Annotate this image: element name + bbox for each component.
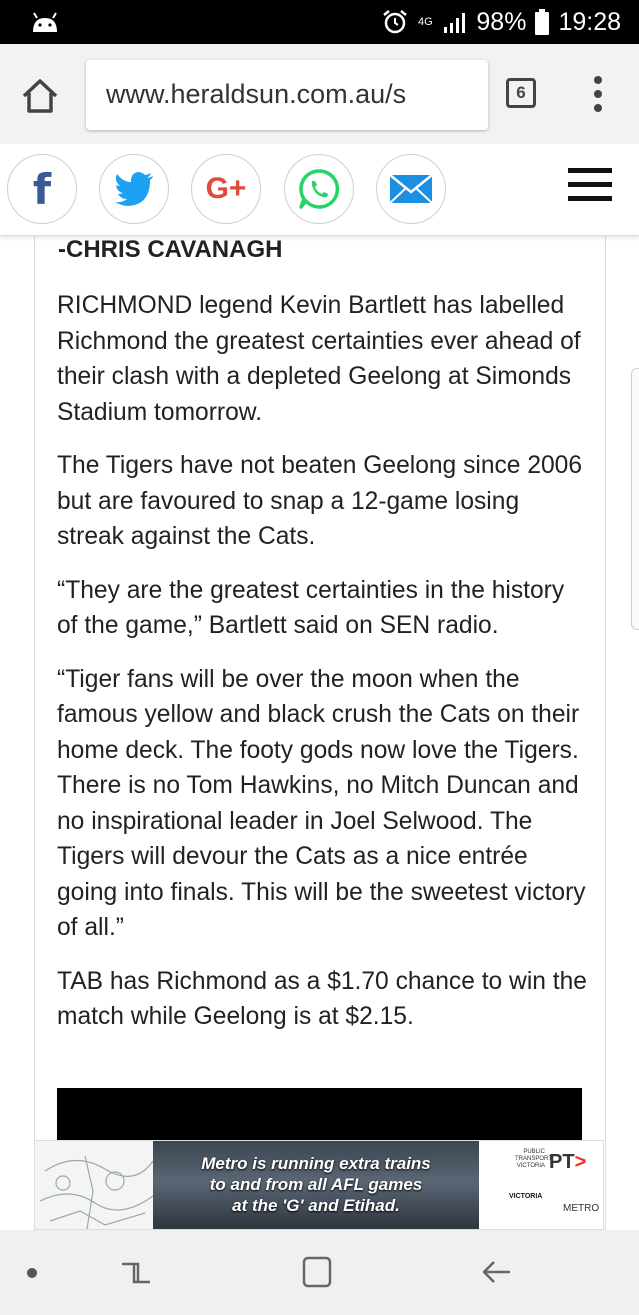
article-byline: -CHRIS CAVANAGH	[58, 236, 283, 263]
clock: 19:28	[558, 7, 621, 36]
system-nav-bar	[0, 1230, 639, 1315]
ad-line: at the 'G' and Etihad.	[232, 1196, 400, 1215]
browser-toolbar: www.heraldsun.com.au/s 6	[0, 44, 639, 144]
dot-icon[interactable]	[27, 1268, 37, 1278]
article-area: -CHRIS CAVANAGH RICHMOND legend Kevin Ba…	[0, 236, 639, 1230]
facebook-icon: f	[32, 164, 52, 214]
battery-percentage: 98%	[476, 7, 527, 36]
network-type: 4G	[418, 15, 433, 28]
signal-icon	[444, 13, 466, 33]
hamburger-menu-icon[interactable]	[568, 168, 612, 212]
google-plus-share-button[interactable]: G+	[191, 154, 261, 224]
ptv-logo: PT>	[549, 1151, 587, 1173]
article-paragraph: TAB has Richmond as a $1.70 chance to wi…	[57, 967, 587, 1031]
article-paragraph: The Tigers have not beaten Geelong since…	[57, 452, 583, 550]
ptv-small-text: PUBLIC TRANSPORT VICTORIA	[515, 1149, 552, 1169]
ad-logos: PUBLIC TRANSPORT VICTORIA PT> VICTORIA M…	[479, 1141, 603, 1229]
article-body: RICHMOND legend Kevin Bartlett has label…	[57, 288, 587, 1053]
home-square-icon[interactable]	[300, 1254, 334, 1290]
google-plus-icon: G+	[205, 172, 247, 205]
more-vert-icon[interactable]	[588, 74, 608, 114]
status-bar: 4G 98% 19:28	[0, 0, 639, 44]
article-paragraph: RICHMOND legend Kevin Bartlett has label…	[57, 292, 581, 426]
article-paragraph: “Tiger fans will be over the moon when t…	[57, 665, 586, 942]
twitter-share-button[interactable]	[99, 154, 169, 224]
home-icon[interactable]	[18, 74, 62, 118]
scroll-handle[interactable]	[631, 368, 639, 630]
android-icon	[33, 12, 57, 32]
metro-logo: METRO	[563, 1203, 600, 1214]
victoria-logo: VICTORIA	[509, 1193, 543, 1200]
whatsapp-icon	[299, 169, 340, 209]
ad-line: Metro is running extra trains	[201, 1154, 431, 1173]
recents-icon[interactable]	[118, 1254, 154, 1290]
email-icon	[389, 174, 433, 204]
alarm-icon	[383, 10, 408, 34]
share-bar: f G+	[0, 144, 639, 236]
whatsapp-share-button[interactable]	[284, 154, 354, 224]
facebook-share-button[interactable]: f	[7, 154, 77, 224]
ad-line: to and from all AFL games	[209, 1175, 423, 1194]
back-icon[interactable]	[478, 1254, 514, 1290]
url-text: www.heraldsun.com.au/s	[106, 79, 407, 109]
tab-switcher-button[interactable]: 6	[506, 78, 536, 108]
article-paragraph: “They are the greatest certainties in th…	[57, 576, 565, 640]
url-field[interactable]: www.heraldsun.com.au/s	[86, 60, 488, 130]
battery-icon	[535, 9, 550, 35]
ad-sketch-illustration	[35, 1141, 155, 1229]
twitter-icon	[115, 172, 153, 206]
status-indicators: 4G 98% 19:28	[382, 0, 621, 44]
ad-text: Metro is running extra trains to and fro…	[153, 1153, 479, 1216]
ad-banner[interactable]: Metro is running extra trains to and fro…	[34, 1140, 604, 1230]
email-share-button[interactable]	[376, 154, 446, 224]
